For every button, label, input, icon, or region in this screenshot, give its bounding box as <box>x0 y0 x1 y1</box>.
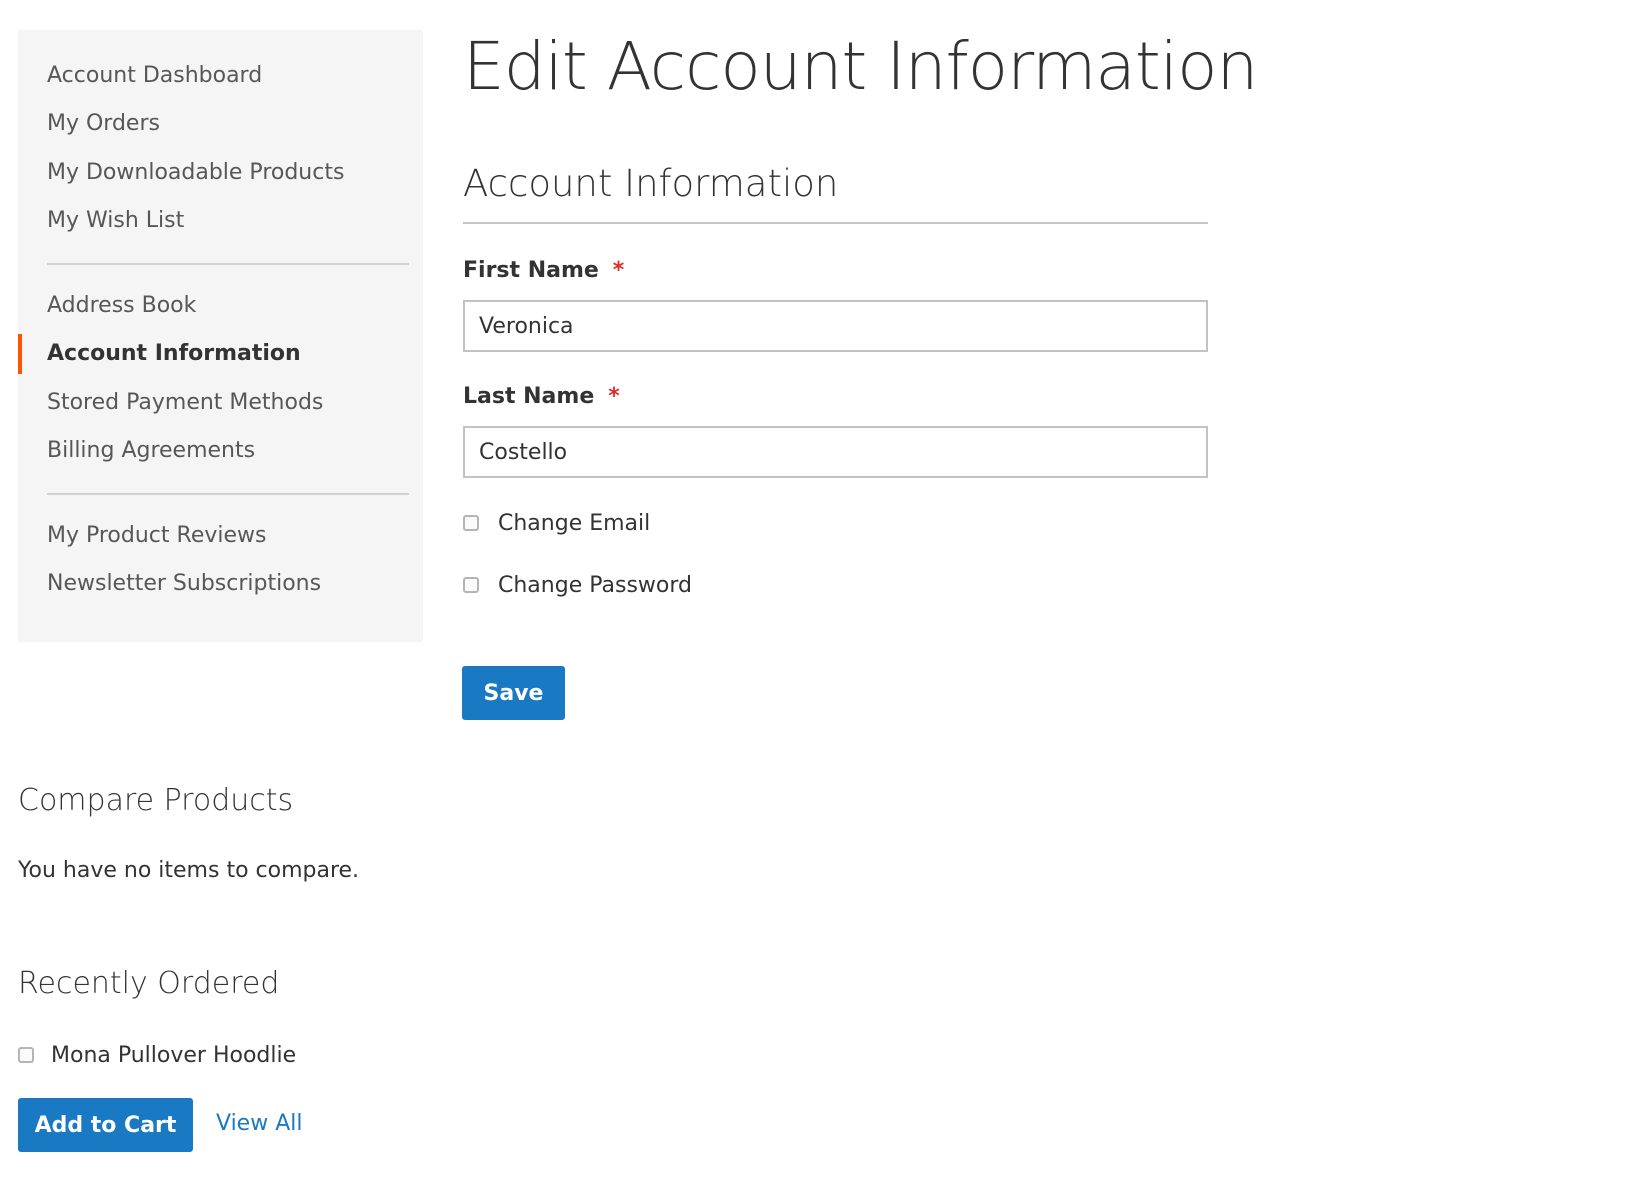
last-name-input[interactable] <box>463 426 1208 478</box>
section-divider <box>463 222 1208 224</box>
sidebar-item-stored-payment-methods[interactable]: Stored Payment Methods <box>18 383 423 423</box>
recently-ordered-item[interactable]: Mona Pullover Hoodlie <box>18 1040 296 1070</box>
sidebar-item-my-wish-list[interactable]: My Wish List <box>18 201 423 241</box>
required-marker: * <box>612 258 625 283</box>
page-title: Edit Account Information <box>463 28 1258 105</box>
sidebar-item-billing-agreements[interactable]: Billing Agreements <box>18 431 423 471</box>
last-name-label-text: Last Name <box>463 384 595 409</box>
change-password-checkbox[interactable] <box>463 577 479 593</box>
required-marker: * <box>608 384 620 409</box>
change-email-label[interactable]: Change Email <box>498 511 650 536</box>
change-password-option[interactable]: Change Password <box>463 570 692 600</box>
change-email-checkbox[interactable] <box>463 515 479 531</box>
sidebar-item-newsletter-subscriptions[interactable]: Newsletter Subscriptions <box>18 564 423 604</box>
recently-ordered-item-checkbox[interactable] <box>18 1047 34 1063</box>
recently-ordered-item-name[interactable]: Mona Pullover Hoodlie <box>51 1043 296 1068</box>
view-all-link[interactable]: View All <box>216 1111 302 1136</box>
add-to-cart-button[interactable]: Add to Cart <box>18 1098 193 1152</box>
last-name-label: Last Name * <box>463 384 620 409</box>
sidebar-divider <box>47 263 409 265</box>
sidebar-item-account-dashboard[interactable]: Account Dashboard <box>18 56 423 96</box>
compare-products-title: Compare Products <box>18 783 294 818</box>
first-name-label-text: First Name <box>463 258 599 283</box>
change-password-label[interactable]: Change Password <box>498 573 692 598</box>
first-name-input[interactable] <box>463 300 1208 352</box>
sidebar-item-account-information[interactable]: Account Information <box>18 334 423 374</box>
sidebar-item-my-orders[interactable]: My Orders <box>18 104 423 144</box>
first-name-label: First Name * <box>463 258 624 283</box>
section-title-account-information: Account Information <box>463 162 839 205</box>
page: Account Dashboard My Orders My Downloada… <box>0 0 1652 1190</box>
sidebar-item-my-product-reviews[interactable]: My Product Reviews <box>18 516 423 556</box>
sidebar-item-my-downloadable-products[interactable]: My Downloadable Products <box>18 153 423 193</box>
compare-empty-message: You have no items to compare. <box>18 858 360 883</box>
sidebar-divider <box>47 493 409 495</box>
recently-ordered-title: Recently Ordered <box>18 966 280 1001</box>
change-email-option[interactable]: Change Email <box>463 508 650 538</box>
account-sidebar-nav: Account Dashboard My Orders My Downloada… <box>18 30 423 642</box>
sidebar-item-address-book[interactable]: Address Book <box>18 286 423 326</box>
save-button[interactable]: Save <box>462 666 565 720</box>
